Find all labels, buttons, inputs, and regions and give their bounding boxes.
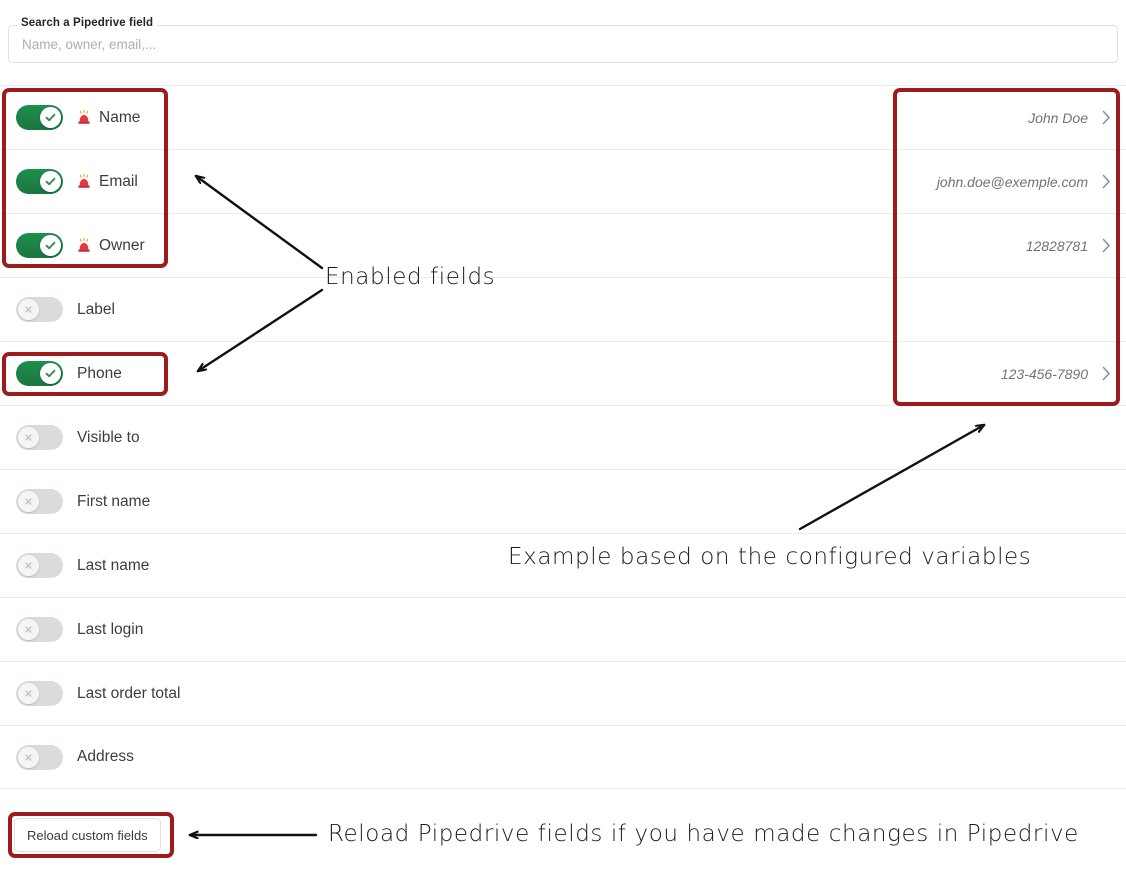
annotation-label-reload-hint: Reload Pipedrive fields if you have made… — [328, 821, 1079, 847]
field-row-left: Visible to — [0, 425, 140, 450]
field-row-right: 12828781 — [1026, 238, 1126, 254]
field-toggle-owner[interactable] — [16, 233, 63, 258]
field-label: Name — [99, 108, 141, 126]
field-label: Last login — [77, 620, 144, 638]
field-label: Last order total — [77, 684, 181, 702]
field-example-value: John Doe — [1028, 109, 1088, 126]
close-icon — [18, 683, 39, 704]
search-input[interactable] — [8, 25, 1118, 63]
field-row-left: Last name — [0, 553, 149, 578]
field-row[interactable]: Email john.doe@exemple.com — [0, 149, 1126, 213]
field-row[interactable]: Visible to — [0, 405, 1126, 469]
field-row[interactable]: Name John Doe — [0, 85, 1126, 149]
field-label: Address — [77, 748, 134, 765]
field-row[interactable]: First name — [0, 469, 1126, 533]
field-row-left: Owner — [0, 233, 145, 258]
field-row[interactable]: Last order total — [0, 661, 1126, 725]
field-row-right: John Doe — [1028, 110, 1126, 126]
siren-icon — [77, 238, 91, 253]
field-row-left: Name — [0, 105, 140, 130]
search-input-label: Search a Pipedrive field — [17, 17, 158, 29]
chevron-right-icon[interactable] — [1102, 238, 1112, 253]
close-icon — [18, 299, 39, 320]
field-row-left: Phone — [0, 361, 122, 386]
field-label: Visible to — [77, 428, 140, 446]
field-toggle-email[interactable] — [16, 169, 63, 194]
field-toggle-address[interactable] — [16, 744, 63, 770]
field-example-value: john.doe@exemple.com — [936, 173, 1088, 190]
pipedrive-field-list: Name John Doe Email john.doe@exemple.com Own… — [0, 85, 1126, 789]
field-toggle-last-order-total[interactable] — [16, 681, 63, 706]
field-example-value: 12828781 — [1025, 237, 1088, 254]
field-toggle-visible-to[interactable] — [16, 425, 63, 450]
field-label: Owner — [99, 236, 145, 254]
chevron-right-icon[interactable] — [1102, 366, 1112, 381]
field-row-right: john.doe@exemple.com — [937, 174, 1126, 190]
annotation-label-enabled-fields: Enabled fields — [325, 264, 496, 290]
check-icon — [40, 171, 61, 192]
field-label: Last name — [77, 556, 150, 574]
field-row-right: 123-456-7890 — [1001, 366, 1126, 382]
field-row-left: Address — [0, 744, 134, 770]
field-label: Label — [77, 300, 115, 318]
field-row[interactable]: Label — [0, 277, 1126, 341]
field-row-left: First name — [0, 489, 150, 514]
field-row[interactable]: Address — [0, 725, 1126, 789]
check-icon — [40, 107, 61, 128]
field-row-left: Last login — [0, 617, 143, 642]
field-row-left: Label — [0, 297, 115, 322]
close-icon — [18, 427, 39, 448]
siren-icon — [77, 174, 91, 189]
check-icon — [40, 235, 61, 256]
field-row-left: Last order total — [0, 681, 180, 706]
field-label: First name — [77, 492, 151, 510]
field-row[interactable]: Owner 12828781 — [0, 213, 1126, 277]
siren-icon — [77, 110, 91, 125]
field-row[interactable]: Phone 123-456-7890 — [0, 341, 1126, 405]
field-toggle-last-login[interactable] — [16, 617, 63, 642]
annotation-label-example-variables: Example based on the configured variable… — [508, 544, 1032, 570]
reload-custom-fields-button[interactable]: Reload custom fields — [14, 818, 161, 852]
field-toggle-first-name[interactable] — [16, 489, 63, 514]
field-toggle-label[interactable] — [16, 297, 63, 322]
field-row[interactable]: Last login — [0, 597, 1126, 661]
close-icon — [18, 491, 39, 512]
field-example-value: 123-456-7890 — [1000, 365, 1088, 382]
pipedrive-field-mapping-screen: Search a Pipedrive field Name John Doe Ema… — [0, 0, 1126, 870]
field-label: Phone — [77, 364, 122, 382]
chevron-right-icon[interactable] — [1102, 110, 1112, 125]
check-icon — [40, 363, 61, 384]
close-icon — [18, 619, 39, 640]
chevron-right-icon[interactable] — [1102, 174, 1112, 189]
close-icon — [18, 746, 39, 768]
field-toggle-phone[interactable] — [16, 361, 63, 386]
close-icon — [18, 555, 39, 576]
field-toggle-last-name[interactable] — [16, 553, 63, 578]
search-field-container: Search a Pipedrive field — [8, 17, 1118, 63]
field-row-left: Email — [0, 169, 138, 194]
field-toggle-name[interactable] — [16, 105, 63, 130]
field-label: Email — [99, 172, 138, 190]
